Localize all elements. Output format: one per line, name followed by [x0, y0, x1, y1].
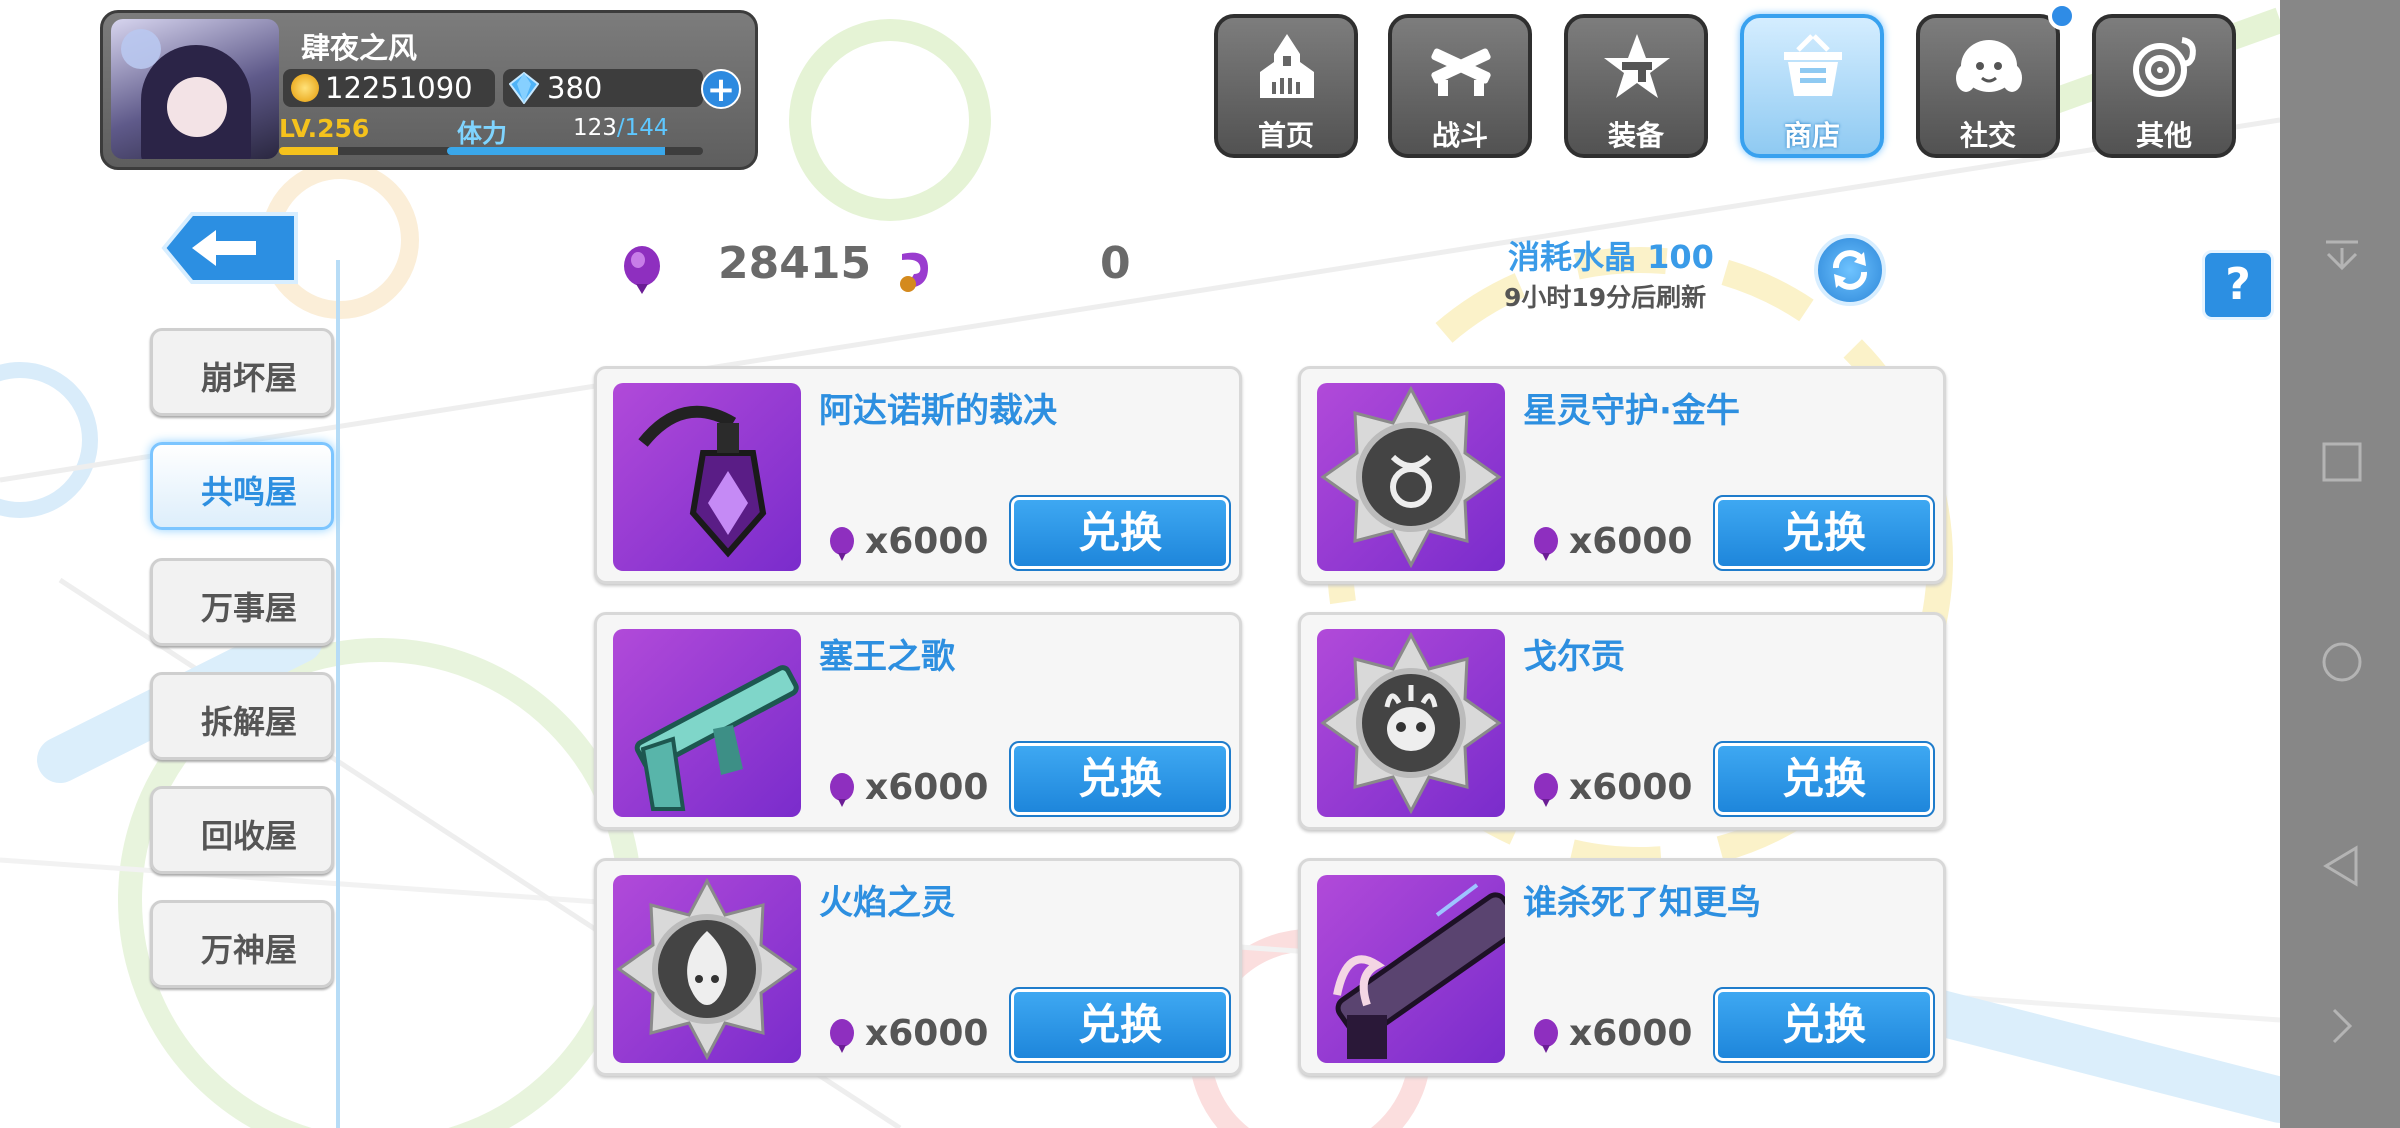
refresh-icon [1833, 250, 1867, 290]
resonance-crystal-icon [830, 527, 854, 561]
sidebar-item-dismantle-house[interactable]: 拆解屋 [150, 672, 334, 760]
item-name: 塞王之歌 [819, 637, 955, 677]
exchange-button[interactable]: 兑换 [1713, 495, 1935, 571]
back-button[interactable] [160, 210, 300, 286]
shopping-basket-icon [1784, 34, 1842, 96]
gold-coin-icon [291, 74, 319, 102]
stamina-progress-bar [447, 147, 703, 155]
star-gun-icon [1604, 34, 1670, 98]
player-level: LV.256 [279, 114, 370, 143]
nav-other[interactable]: 其他 [2092, 14, 2236, 158]
shop-item-card[interactable]: 谁杀死了知更鸟 x6000 兑换 [1298, 858, 1946, 1076]
item-price: x6000 [1531, 521, 1692, 563]
secondary-amount: 0 [1100, 238, 1131, 289]
crystal-amount: 380 [547, 71, 603, 105]
crossed-guns-icon [1431, 48, 1491, 96]
resonance-crystal-icon [1534, 773, 1558, 807]
pull-down-icon[interactable] [2320, 234, 2364, 278]
shop-item-card[interactable]: 戈尔贡 x6000 兑换 [1298, 612, 1946, 830]
swirl-crystal-icon [900, 252, 928, 292]
help-button[interactable]: ? [2202, 250, 2274, 320]
mascot-face-icon [1956, 40, 2022, 92]
robin-gun-thumbnail [1317, 875, 1505, 1063]
gear-ear-icon [2133, 37, 2196, 97]
exchange-button[interactable]: 兑换 [1713, 741, 1935, 817]
nav-shop[interactable]: 商店 [1740, 14, 1884, 158]
scythe-weapon-thumbnail [613, 383, 801, 571]
resonance-crystal-icon [1534, 1019, 1558, 1053]
resonance-crystal-icon [1534, 527, 1558, 561]
shop-item-card[interactable]: 阿达诺斯的裁决 x6000 兑换 [594, 366, 1242, 584]
exchange-button[interactable]: 兑换 [1009, 741, 1231, 817]
player-name: 肆夜之风 [301, 31, 418, 65]
item-price: x6000 [827, 1013, 988, 1055]
add-crystals-button[interactable]: + [701, 69, 741, 109]
nav-home[interactable]: 首页 [1214, 14, 1358, 158]
shop-item-card[interactable]: 塞王之歌 x6000 兑换 [594, 612, 1242, 830]
item-price: x6000 [827, 521, 988, 563]
gold-counter: 12251090 [283, 69, 495, 107]
nav-label: 首页 [1257, 119, 1314, 152]
item-price: x6000 [827, 767, 988, 809]
gold-amount: 12251090 [325, 71, 473, 105]
crystal-icon [509, 72, 539, 104]
sidebar-item-honkai-house[interactable]: 崩坏屋 [150, 328, 334, 416]
item-name: 戈尔贡 [1523, 637, 1625, 677]
nav-social[interactable]: 社交 [1916, 14, 2060, 158]
back-icon[interactable] [2320, 844, 2364, 888]
sidebar-item-recycle-house[interactable]: 回收屋 [150, 786, 334, 874]
resonance-crystal-icon [830, 773, 854, 807]
item-name: 星灵守护·金牛 [1523, 391, 1740, 431]
notification-dot [2048, 2, 2076, 30]
refresh-button[interactable] [1814, 234, 1886, 306]
item-price: x6000 [1531, 1013, 1692, 1055]
exchange-button[interactable]: 兑换 [1009, 987, 1231, 1063]
crystal-counter: 380 [503, 69, 703, 107]
taurus-badge-thumbnail [1317, 383, 1505, 571]
refresh-cost: 消耗水晶 100 [1508, 238, 1714, 276]
siren-rifle-thumbnail [613, 629, 801, 817]
shop-item-card[interactable]: 火焰之灵 x6000 兑换 [594, 858, 1242, 1076]
gorgon-badge-thumbnail [1317, 629, 1505, 817]
shop-item-card[interactable]: 星灵守护·金牛 x6000 兑换 [1298, 366, 1946, 584]
stamina-value: 123/144 [573, 115, 669, 141]
item-name: 火焰之灵 [819, 883, 955, 923]
recent-apps-icon[interactable] [2320, 440, 2364, 484]
player-profile-panel[interactable]: 肆夜之风 12251090 380 + LV.256 体力 123/144 [100, 10, 758, 170]
chevron-right-icon[interactable] [2320, 1004, 2364, 1048]
avatar[interactable] [111, 19, 279, 159]
nav-label: 商店 [1783, 119, 1840, 152]
nav-battle[interactable]: 战斗 [1388, 14, 1532, 158]
nav-equipment[interactable]: 装备 [1564, 14, 1708, 158]
stamina-label: 体力 [457, 119, 508, 148]
refresh-countdown: 9小时19分后刷新 [1504, 283, 1707, 312]
church-icon [1260, 34, 1314, 98]
exchange-button[interactable]: 兑换 [1713, 987, 1935, 1063]
exchange-button[interactable]: 兑换 [1009, 495, 1231, 571]
nav-label: 装备 [1607, 119, 1664, 152]
item-name: 谁杀死了知更鸟 [1523, 883, 1761, 923]
item-price: x6000 [1531, 767, 1692, 809]
resonance-amount: 28415 [718, 238, 872, 289]
nav-label: 战斗 [1431, 119, 1488, 152]
sidebar-item-resonance-house[interactable]: 共鸣屋 [150, 442, 334, 530]
resonance-crystal-icon [830, 1019, 854, 1053]
sidebar-item-pantheon-house[interactable]: 万神屋 [150, 900, 334, 988]
nav-label: 社交 [1959, 119, 2016, 152]
sidebar-item-general-house[interactable]: 万事屋 [150, 558, 334, 646]
nav-label: 其他 [2135, 119, 2192, 152]
flame-spirit-badge-thumbnail [613, 875, 801, 1063]
item-name: 阿达诺斯的裁决 [819, 391, 1057, 431]
home-icon[interactable] [2320, 640, 2364, 684]
system-navigation-bar [2280, 0, 2400, 1128]
resonance-crystal-icon [624, 246, 660, 294]
